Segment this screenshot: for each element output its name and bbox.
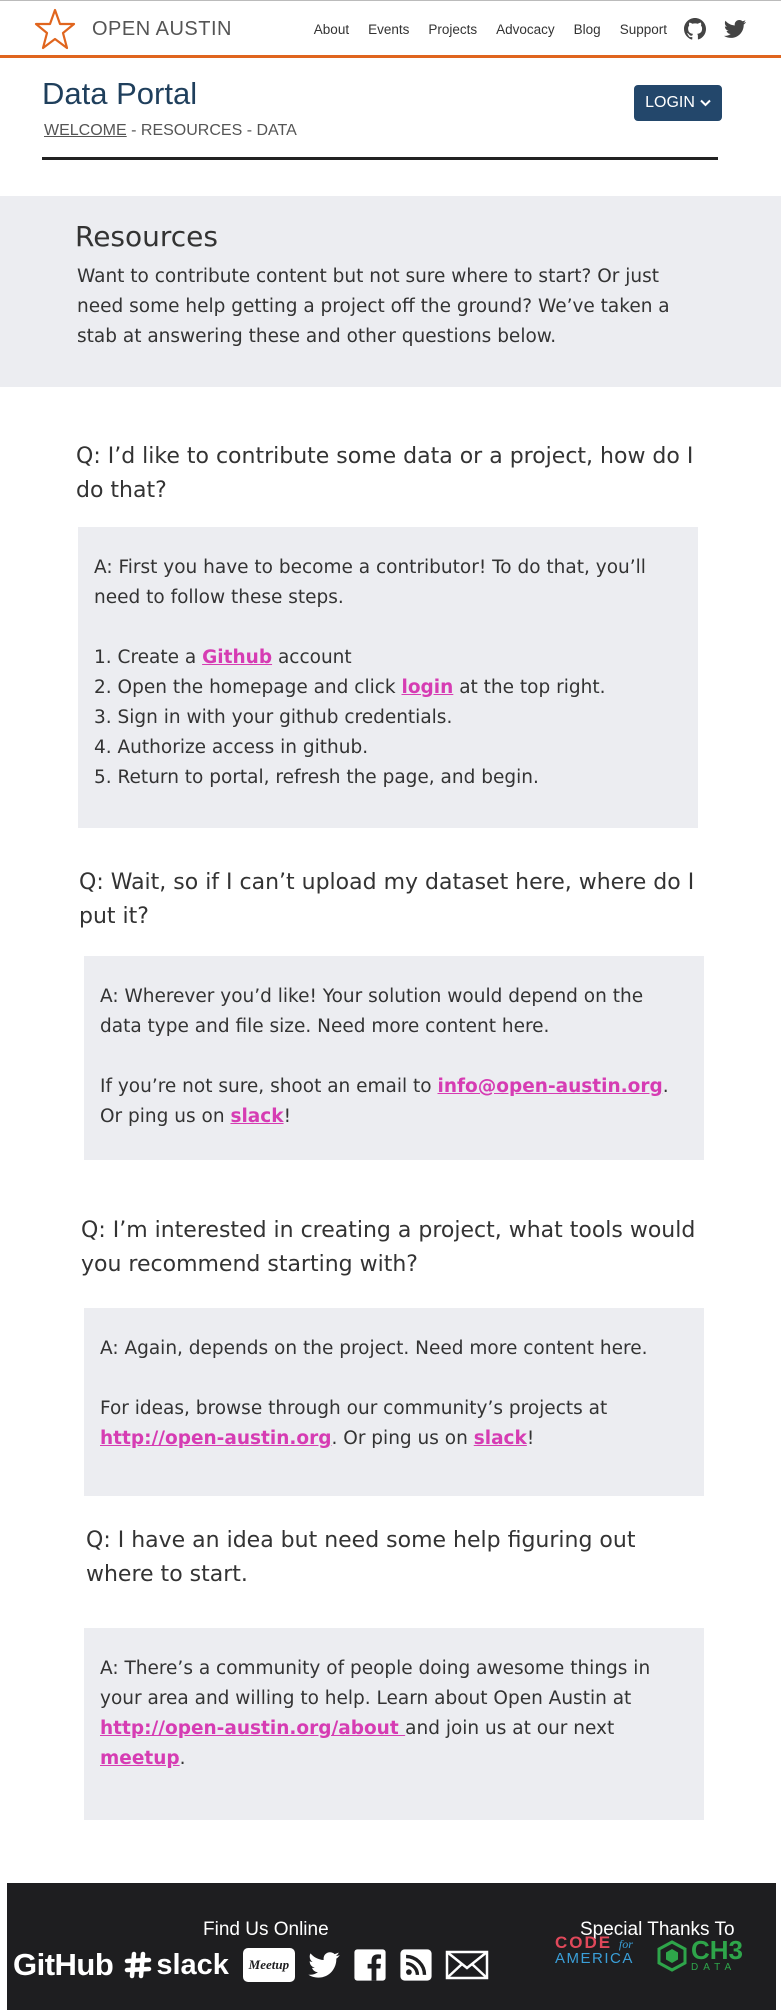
about-link[interactable]: http://open-austin.org/about [100,1718,405,1739]
facebook-icon[interactable] [353,1948,387,1982]
brand-logo[interactable]: OPEN AUSTIN [34,8,232,50]
page-title: Data Portal [42,76,198,111]
star-logo-icon [34,8,76,50]
github-link[interactable]: Github [202,647,272,668]
slack-wordmark: slack [156,1948,229,1981]
find-us-heading: Find Us Online [203,1919,329,1940]
answer-3-ideas: For ideas, browse through our community’… [100,1398,608,1449]
breadcrumb-welcome-link[interactable]: WELCOME [44,122,127,139]
answer-2-text: A: Wherever you’d like! Your solution wo… [100,986,644,1037]
code-for-america-logo[interactable]: CODE for AMERICA [555,1933,641,1967]
step-3: 3. Sign in with your github credentials. [94,707,453,728]
projects-link[interactable]: http://open-austin.org [100,1428,332,1449]
login-link[interactable]: login [402,677,454,698]
answer-1-intro: A: First you have to become a contributo… [94,557,646,608]
hexagon-logo-icon [657,1940,687,1972]
login-dropdown-button[interactable]: LOGIN [634,85,722,121]
slack-link-footer[interactable]: slack [123,1949,229,1982]
ch3-data-logo[interactable]: CH3 DATA [657,1937,743,1974]
meetup-icon[interactable]: Meetup [242,1948,295,1982]
rss-icon[interactable] [399,1948,433,1982]
social-links: GitHub slack Meetup [13,1943,489,1987]
github-icon[interactable] [683,17,707,41]
breadcrumb-rest: - RESOURCES - DATA [126,122,297,139]
email-link[interactable]: info@open-austin.org [438,1076,663,1097]
slack-link[interactable]: slack [230,1106,283,1127]
site-footer: Find Us Online Special Thanks To GitHub … [7,1883,776,2010]
resources-heading: Resources [75,220,218,253]
faq-answer-1: A: First you have to become a contributo… [78,527,698,828]
answer-4-text: A: There’s a community of people doing a… [100,1658,651,1769]
faq-question-1: Q: I’d like to contribute some data or a… [76,444,694,503]
nav-projects[interactable]: Projects [428,22,477,37]
brand-name: OPEN AUSTIN [92,17,232,40]
step-2: 2. Open the homepage and click login at … [94,677,606,698]
faq-answer-2: A: Wherever you’d like! Your solution wo… [84,956,704,1160]
email-icon[interactable] [445,1948,489,1982]
twitter-icon[interactable] [723,17,747,41]
slack-hash-icon [125,1951,152,1979]
main-nav: About Events Projects Advocacy Blog Supp… [295,17,747,41]
nav-blog[interactable]: Blog [574,22,601,37]
nav-advocacy[interactable]: Advocacy [496,22,555,37]
title-divider [42,157,718,160]
step-1: 1. Create a Github account [94,647,352,668]
top-navbar: OPEN AUSTIN About Events Projects Advoca… [0,0,781,58]
step-4: 4. Authorize access in github. [94,737,369,758]
nav-events[interactable]: Events [368,22,409,37]
contributor-steps: 1. Create a Github account 2. Open the h… [94,643,682,793]
github-wordmark-icon[interactable]: GitHub [13,1947,114,1983]
step-5: 5. Return to portal, refresh the page, a… [94,767,539,788]
chevron-down-icon [700,99,711,107]
login-label: LOGIN [645,94,695,111]
slack-link[interactable]: slack [474,1428,527,1449]
faq-question-3: Q: I’m interested in creating a project,… [81,1218,696,1277]
answer-2-contact: If you’re not sure, shoot an email to in… [100,1076,669,1127]
breadcrumb: WELCOME - RESOURCES - DATA [44,122,297,140]
nav-support[interactable]: Support [620,22,667,37]
nav-about[interactable]: About [314,22,349,37]
faq-question-2: Q: Wait, so if I can’t upload my dataset… [79,870,695,929]
faq-answer-4: A: There’s a community of people doing a… [84,1628,704,1820]
twitter-icon[interactable] [307,1948,341,1982]
answer-3-text: A: Again, depends on the project. Need m… [100,1338,648,1359]
resources-intro: Want to contribute content but not sure … [77,266,670,347]
faq-answer-3: A: Again, depends on the project. Need m… [84,1308,704,1496]
meetup-link[interactable]: meetup [100,1748,180,1769]
faq-question-4: Q: I have an idea but need some help fig… [86,1528,636,1587]
